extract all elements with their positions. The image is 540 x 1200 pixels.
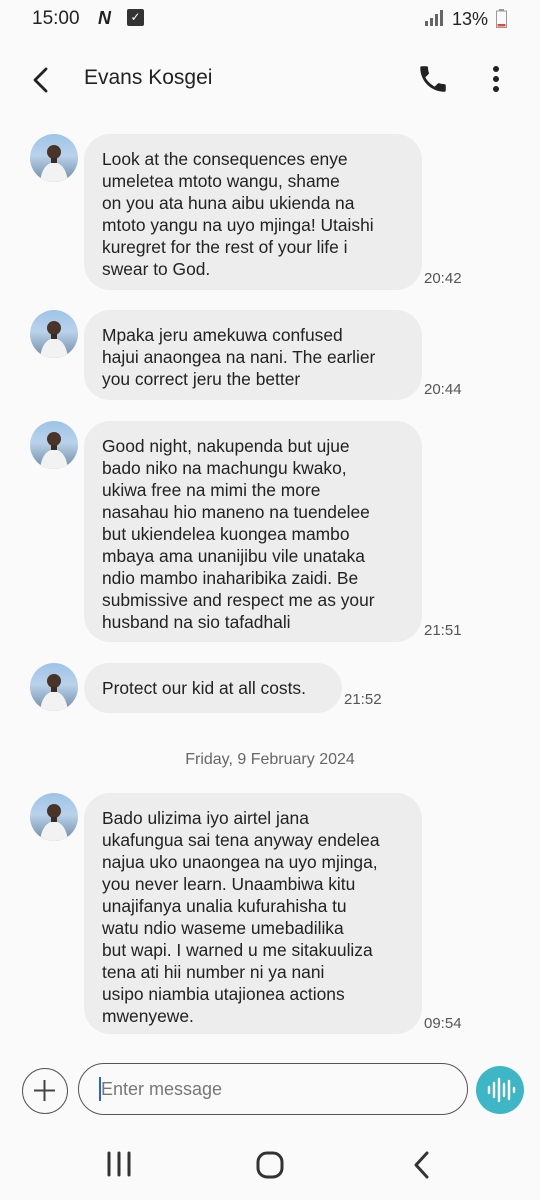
- signal-icon: [425, 10, 443, 26]
- message-time: 20:44: [424, 381, 462, 398]
- home-icon[interactable]: [255, 1150, 285, 1180]
- text-cursor: [99, 1077, 101, 1101]
- message-bubble[interactable]: Protect our kid at all costs.: [84, 663, 342, 713]
- avatar-photo: [40, 145, 68, 182]
- contact-avatar[interactable]: [30, 421, 78, 469]
- message-bubble[interactable]: Bado ulizima iyo airtel jana ukafungua s…: [84, 793, 422, 1034]
- n-notification-icon: N: [98, 8, 111, 28]
- message-time: 09:54: [424, 1015, 462, 1032]
- contact-avatar[interactable]: [30, 134, 78, 182]
- avatar-photo: [40, 432, 68, 469]
- conversation-header: Evans Kosgei: [0, 48, 540, 112]
- contact-avatar[interactable]: [30, 663, 78, 711]
- nav-back-icon[interactable]: [410, 1150, 434, 1180]
- back-arrow-icon[interactable]: [26, 64, 58, 96]
- recents-icon[interactable]: [104, 1150, 134, 1178]
- phone-icon[interactable]: [416, 62, 450, 96]
- date-separator: Friday, 9 February 2024: [185, 751, 355, 768]
- plus-icon: [34, 1080, 55, 1101]
- more-vert-icon[interactable]: [484, 62, 508, 96]
- voice-input-button[interactable]: [476, 1066, 524, 1114]
- check-notification-icon: ✓: [127, 9, 144, 26]
- message-bubble[interactable]: Mpaka jeru amekuwa confused hajui anaong…: [84, 310, 422, 400]
- battery-percentage: 13%: [452, 9, 489, 29]
- status-time: 15:00: [32, 8, 80, 29]
- system-navigation-bar: [0, 1130, 540, 1200]
- message-time: 21:52: [344, 691, 382, 708]
- message-time: 21:51: [424, 622, 462, 639]
- message-bubble[interactable]: Look at the consequences enye umeletea m…: [84, 134, 422, 290]
- message-input[interactable]: [78, 1063, 468, 1115]
- avatar-photo: [40, 674, 68, 711]
- message-bubble[interactable]: Good night, nakupenda but ujue bado niko…: [84, 421, 422, 642]
- contact-avatar[interactable]: [30, 310, 78, 358]
- avatar-photo: [40, 321, 68, 358]
- contact-name: Evans Kosgei: [84, 66, 213, 89]
- avatar-photo: [40, 804, 68, 841]
- voice-wave-icon: [487, 1077, 516, 1103]
- contact-avatar[interactable]: [30, 793, 78, 841]
- message-composer: [0, 1058, 540, 1122]
- message-time: 20:42: [424, 270, 462, 287]
- status-bar: 15:00 N ✓ 13%: [0, 0, 540, 40]
- attach-button[interactable]: [22, 1068, 68, 1114]
- battery-icon: [496, 9, 507, 28]
